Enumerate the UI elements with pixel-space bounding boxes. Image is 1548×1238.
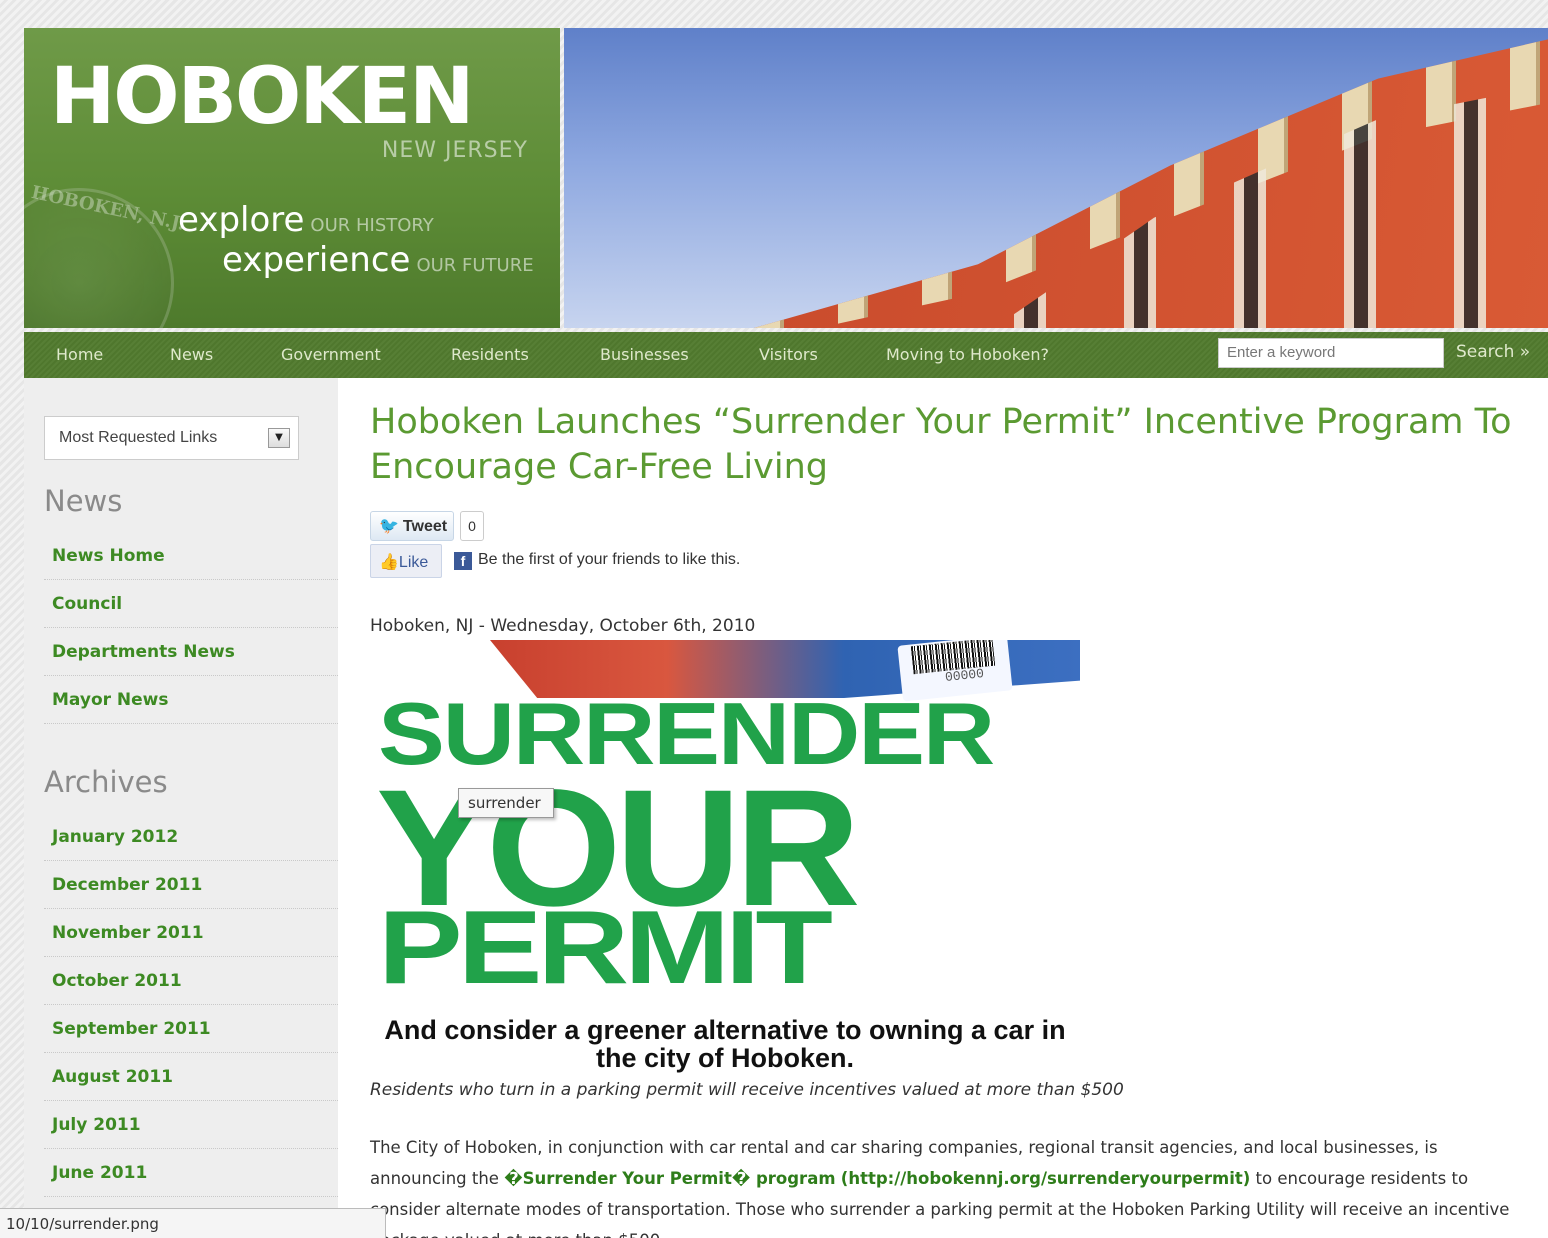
poster-subline: And consider a greener alternative to ow… [384,1015,1066,1073]
archive-link-list: January 2012 December 2011 November 2011… [44,813,338,1197]
list-item: June 2011 [44,1149,338,1197]
tagline-experience-main: experience [222,240,411,280]
archive-link-december-2011[interactable]: December 2011 [52,875,202,895]
news-heading: News [44,484,123,518]
search-input[interactable]: Enter a keyword [1218,338,1444,368]
dropdown-label: Most Requested Links [59,429,218,446]
like-label: Like [398,554,429,571]
tagline-experience: experience OUR FUTURE [222,240,534,280]
list-item: Departments News [44,628,338,676]
list-item: News Home [44,532,338,580]
poster-word-permit: PERMIT [378,890,833,1006]
archive-link-june-2011[interactable]: June 2011 [52,1163,147,1183]
nav-residents[interactable]: Residents [451,345,529,364]
chevron-down-icon[interactable]: ▼ [268,428,290,448]
nav-visitors[interactable]: Visitors [759,345,818,364]
tagline-explore-sub: OUR HISTORY [310,215,434,236]
facebook-icon: f [454,552,472,570]
nav-businesses[interactable]: Businesses [600,345,689,364]
list-item: January 2012 [44,813,338,861]
tweet-count: 0 [460,511,484,541]
article-dateline: Hoboken, NJ - Wednesday, October 6th, 20… [370,616,756,636]
article-body: The City of Hoboken, in conjunction with… [370,1132,1510,1238]
hero-photo-brownstones [564,28,1548,328]
site-header: HOBOKEN, N.J. HOBOKEN NEW JERSEY explore… [24,28,1548,328]
news-link-list: News Home Council Departments News Mayor… [44,532,338,724]
site-logo-city: HOBOKEN [50,52,474,142]
most-requested-links-select[interactable]: Most Requested Links ▼ [44,416,299,460]
browser-status-bar: 10/10/surrender.png [0,1208,386,1238]
program-url-link[interactable]: (http://hobokennj.org/surrenderyourpermi… [841,1169,1251,1188]
article-content: Hoboken Launches “Surrender Your Permit”… [338,378,1548,1238]
list-item: October 2011 [44,957,338,1005]
main-navigation: Home News Government Residents Businesse… [24,332,1548,378]
list-item: August 2011 [44,1053,338,1101]
nav-home[interactable]: Home [56,345,103,364]
nav-moving-to-hoboken[interactable]: Moving to Hoboken? [886,345,1049,364]
program-name: �Surrender Your Permit� program [504,1169,836,1188]
sidebar: Most Requested Links ▼ News News Home Co… [24,378,338,1238]
brand-banner[interactable]: HOBOKEN, N.J. HOBOKEN NEW JERSEY explore… [24,28,560,328]
list-item: July 2011 [44,1101,338,1149]
archive-link-november-2011[interactable]: November 2011 [52,923,204,943]
tweet-label: Tweet [402,518,448,535]
archive-link-august-2011[interactable]: August 2011 [52,1067,173,1087]
image-tooltip: surrender [458,788,554,818]
article-title: Hoboken Launches “Surrender Your Permit”… [370,402,1512,487]
archive-link-july-2011[interactable]: July 2011 [52,1115,141,1135]
list-item: November 2011 [44,909,338,957]
search-button[interactable]: Search » [1456,342,1530,362]
thumbs-up-icon: 👍 [379,554,399,571]
tagline-experience-sub: OUR FUTURE [416,255,534,276]
list-item: September 2011 [44,1005,338,1053]
archives-heading: Archives [44,765,168,799]
sidebar-link-council[interactable]: Council [52,594,122,614]
archive-link-january-2012[interactable]: January 2012 [52,827,178,847]
list-item: December 2011 [44,861,338,909]
sidebar-link-departments-news[interactable]: Departments News [52,642,235,662]
surrender-your-permit-poster[interactable]: 00000 SURRENDER YOUR PERMIT And consider… [370,640,1080,1075]
facebook-like-button[interactable]: 👍Like [370,544,442,578]
tagline-explore: explore OUR HISTORY [178,200,434,240]
twitter-bird-icon: 🐦 [379,518,399,535]
archive-link-october-2011[interactable]: October 2011 [52,971,182,991]
site-logo-state: NEW JERSEY [381,138,528,163]
image-caption: Residents who turn in a parking permit w… [370,1080,1124,1100]
nav-news[interactable]: News [170,345,213,364]
nav-government[interactable]: Government [281,345,381,364]
sidebar-link-mayor-news[interactable]: Mayor News [52,690,169,710]
tagline-explore-main: explore [178,200,305,240]
facebook-social-text: Be the first of your friends to like thi… [478,551,741,568]
archive-link-september-2011[interactable]: September 2011 [52,1019,211,1039]
sidebar-link-news-home[interactable]: News Home [52,546,165,566]
list-item: Mayor News [44,676,338,724]
list-item: Council [44,580,338,628]
tweet-button[interactable]: 🐦 Tweet [370,511,454,541]
